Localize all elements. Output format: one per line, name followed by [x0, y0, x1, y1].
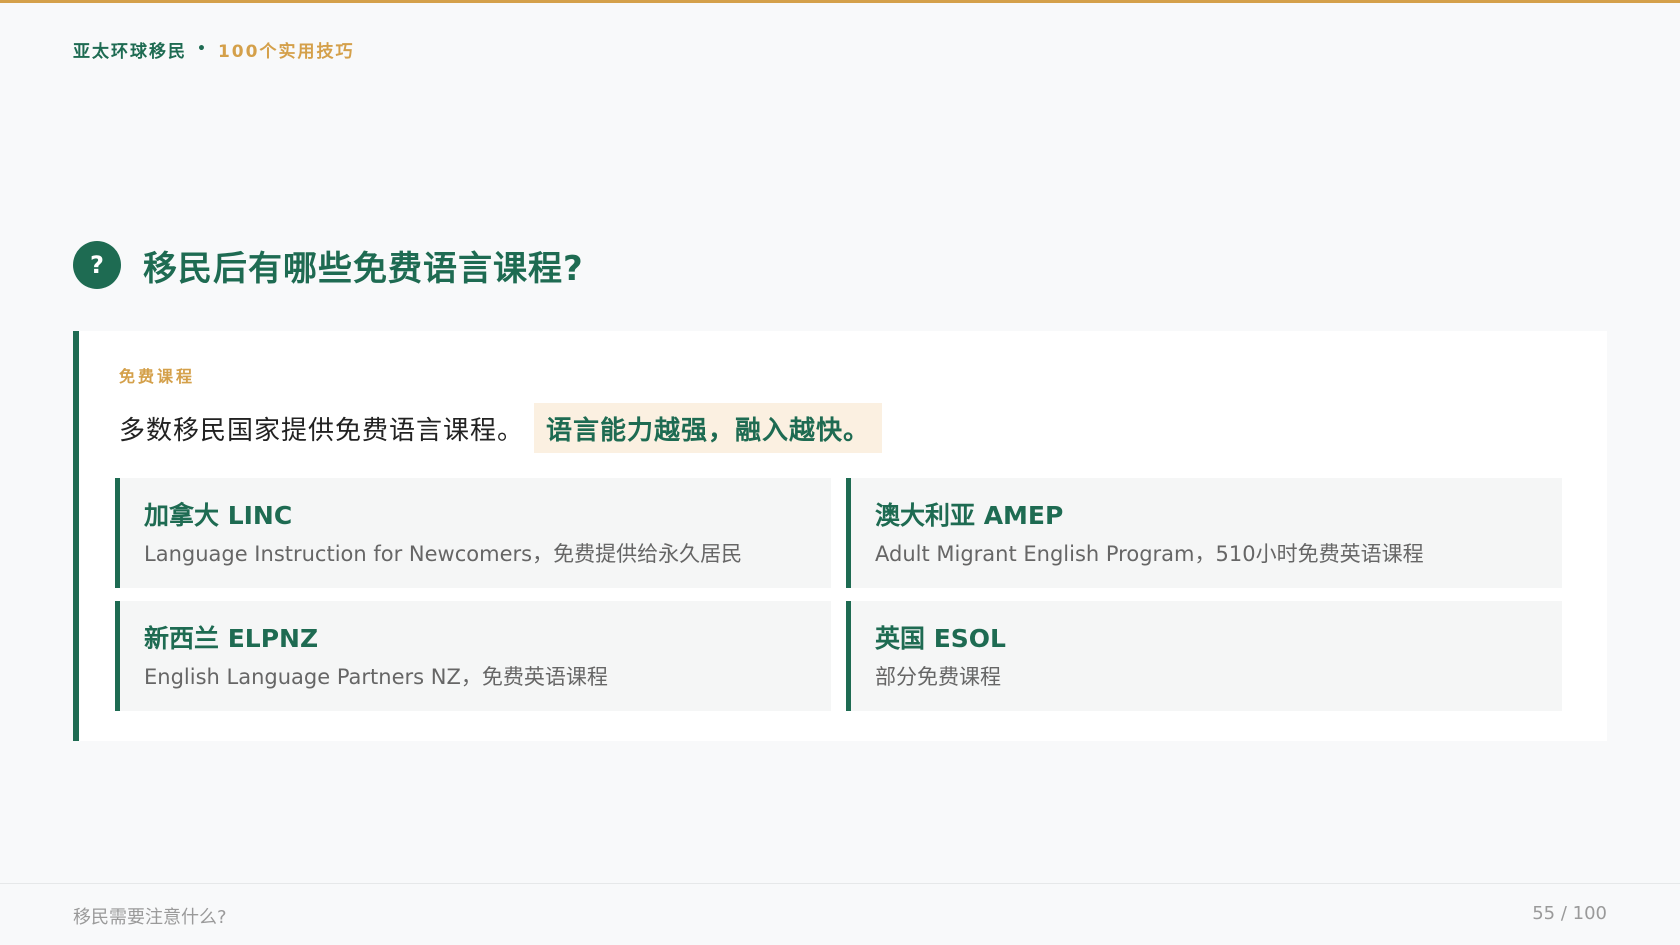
course-title: 加拿大 LINC: [144, 501, 293, 530]
lead-highlight: 语言能力越强，融入越快。: [534, 403, 883, 453]
footer: 移民需要注意什么? 55 / 100: [0, 883, 1680, 945]
page-title: 移民后有哪些免费语言课程?: [143, 248, 584, 289]
brand-name: 亚太环球移民: [73, 41, 187, 62]
course-desc: English Language Partners NZ，免费英语课程: [144, 665, 608, 689]
course-item-new-zealand: 新西兰 ELPNZ English Language Partners NZ，免…: [115, 601, 831, 711]
course-desc: 部分免费课程: [875, 665, 1001, 689]
course-title: 澳大利亚 AMEP: [875, 501, 1064, 530]
course-title: 新西兰 ELPNZ: [144, 624, 319, 653]
course-desc: Adult Migrant English Program，510小时免费英语课…: [875, 542, 1424, 566]
lead-text: 多数移民国家提供免费语言课程。: [119, 415, 525, 446]
lead-line: 多数移民国家提供免费语言课程。 语言能力越强，融入越快。: [119, 403, 883, 453]
page-counter: 55 / 100: [1532, 903, 1607, 924]
course-title: 英国 ESOL: [875, 624, 1006, 653]
card-tag: 免费课程: [119, 367, 196, 386]
course-item-canada: 加拿大 LINC Language Instruction for Newcom…: [115, 478, 831, 588]
course-item-uk: 英国 ESOL 部分免费课程: [846, 601, 1562, 711]
question-heading: ? 移民后有哪些免费语言课程?: [73, 240, 584, 290]
brand-header: 亚太环球移民 • 100个实用技巧: [73, 38, 355, 62]
footer-section-title: 移民需要注意什么?: [73, 907, 227, 928]
brand-separator: •: [197, 41, 208, 57]
top-accent-bar: [0, 0, 1680, 3]
course-desc: Language Instruction for Newcomers，免费提供给…: [144, 542, 743, 566]
question-mark-icon: ?: [73, 241, 121, 289]
brand-subtitle: 100个实用技巧: [217, 41, 355, 62]
course-item-australia: 澳大利亚 AMEP Adult Migrant English Program，…: [846, 478, 1562, 588]
answer-card: 免费课程 多数移民国家提供免费语言课程。 语言能力越强，融入越快。 加拿大 LI…: [73, 331, 1607, 741]
